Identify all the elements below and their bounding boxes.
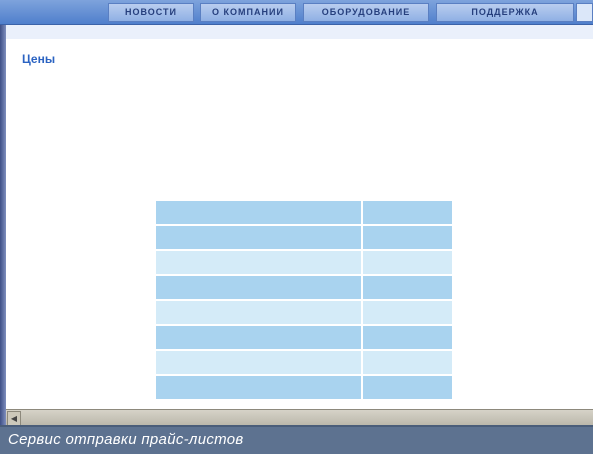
price-list-name: [156, 251, 361, 274]
table-row: [156, 251, 452, 274]
price-list-name: [156, 201, 361, 224]
get-by-email-link[interactable]: [362, 351, 452, 374]
horizontal-scrollbar[interactable]: ◀: [6, 409, 593, 425]
table-row: [156, 226, 452, 249]
get-by-email-link[interactable]: [362, 301, 452, 324]
table-row: [156, 376, 452, 399]
caption-text: Сервис отправки прайс-листов: [8, 431, 244, 448]
breadcrumb-strip: [6, 25, 593, 39]
get-by-email-link[interactable]: [362, 376, 452, 399]
nav-item-about[interactable]: О КОМПАНИИ: [200, 3, 296, 22]
price-list-name: [156, 376, 361, 399]
table-row: [156, 301, 452, 324]
table-row: [156, 326, 452, 349]
price-list-name: [156, 326, 361, 349]
get-by-email-link[interactable]: [362, 276, 452, 299]
get-by-email-link[interactable]: [362, 201, 452, 224]
table-row: [156, 351, 452, 374]
top-navigation-bar: НОВОСТИ О КОМПАНИИ ОБОРУДОВАНИЕ ПОДДЕРЖК…: [0, 0, 593, 25]
table-row: [156, 276, 452, 299]
nav-item-support[interactable]: ПОДДЕРЖКА: [436, 3, 574, 22]
price-list-name: [156, 351, 361, 374]
price-list-name: [156, 301, 361, 324]
page-title: Цены: [22, 52, 56, 66]
nav-item-equipment[interactable]: ОБОРУДОВАНИЕ: [303, 3, 429, 22]
get-by-email-link[interactable]: [362, 251, 452, 274]
price-list-name: [156, 226, 361, 249]
caption-bar: Сервис отправки прайс-листов: [0, 425, 593, 454]
get-by-email-link[interactable]: [362, 226, 452, 249]
price-list-table: [154, 199, 454, 401]
browser-window: НОВОСТИ О КОМПАНИИ ОБОРУДОВАНИЕ ПОДДЕРЖК…: [0, 0, 593, 425]
window-left-border: [0, 0, 6, 425]
get-by-email-link[interactable]: [362, 326, 452, 349]
nav-item-news[interactable]: НОВОСТИ: [108, 3, 194, 22]
nav-corner-box: [576, 3, 593, 22]
price-list-name: [156, 276, 361, 299]
table-row: [156, 201, 452, 224]
scroll-left-arrow-icon[interactable]: ◀: [7, 411, 21, 425]
